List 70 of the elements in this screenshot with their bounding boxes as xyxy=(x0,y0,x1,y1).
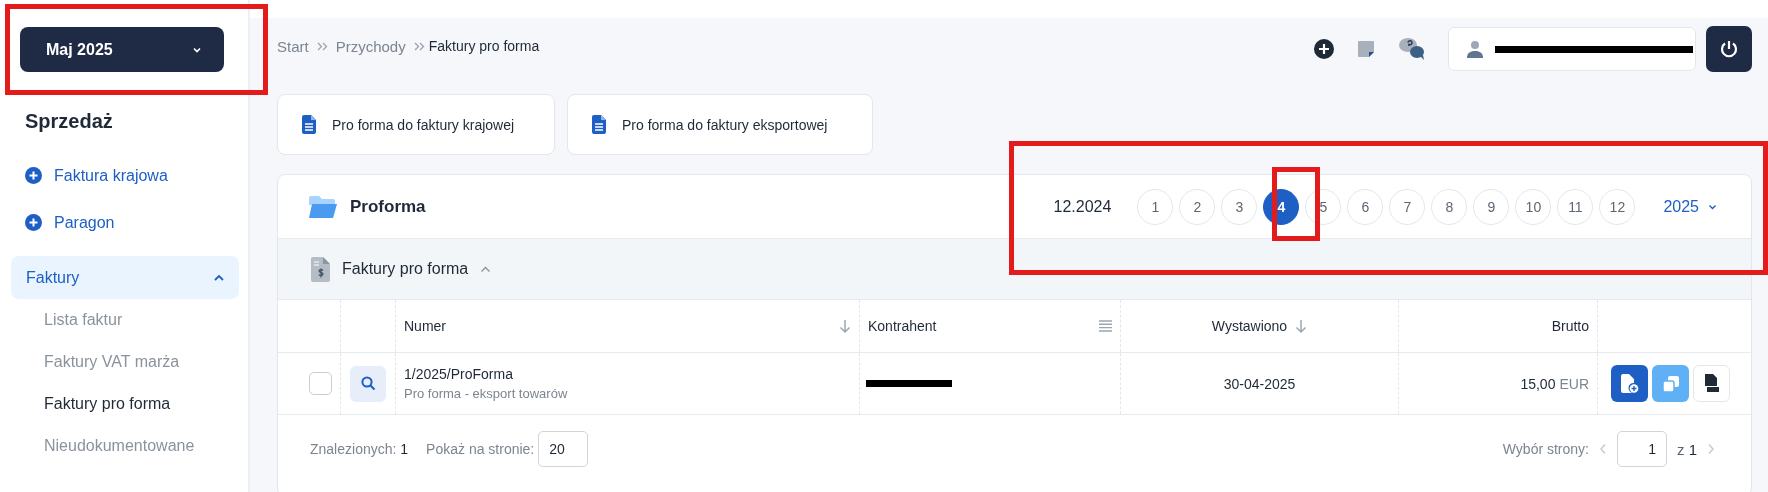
chevron-down-icon xyxy=(192,45,202,54)
chat-help-icon[interactable] xyxy=(1398,37,1426,61)
document-icon xyxy=(592,115,606,134)
plus-circle-icon[interactable] xyxy=(1314,39,1334,59)
sidebar-item[interactable]: Faktury VAT marża xyxy=(0,341,248,383)
folder-icon xyxy=(308,194,338,219)
currency: EUR xyxy=(1559,375,1589,392)
logout-button[interactable] xyxy=(1706,26,1752,72)
plus-circle-icon xyxy=(25,214,42,231)
pdf-file-icon xyxy=(1703,373,1720,394)
note-icon[interactable] xyxy=(1356,39,1376,59)
create-button[interactable]: Pro forma do faktury eksportowej xyxy=(567,94,873,155)
sidebar-link[interactable]: Paragon xyxy=(0,199,248,246)
new-document-button[interactable] xyxy=(1611,365,1648,402)
preview-button[interactable] xyxy=(350,365,386,402)
column-header[interactable]: Numer xyxy=(404,318,446,334)
double-chevron-icon xyxy=(316,41,328,51)
sidebar-link[interactable]: Faktura krajowa xyxy=(0,152,248,199)
month-button[interactable]: 2 xyxy=(1179,188,1216,225)
document-plus-icon xyxy=(1620,373,1639,394)
column-header[interactable]: Wystawiono xyxy=(1211,318,1288,334)
month-button[interactable]: 1 xyxy=(1137,188,1174,225)
column-header[interactable]: Brutto xyxy=(1551,318,1589,334)
field-label: Pokaż na stronie: xyxy=(426,441,535,457)
power-icon xyxy=(1719,39,1739,59)
user-menu[interactable] xyxy=(1448,27,1696,71)
month-button[interactable]: 10 xyxy=(1515,188,1552,225)
invoice-number: 1/2025/ProForma xyxy=(404,366,513,382)
search-icon xyxy=(360,376,376,391)
page-field[interactable]: 1 xyxy=(1617,431,1667,467)
month-button[interactable]: 9 xyxy=(1473,188,1510,225)
month-button[interactable]: 7 xyxy=(1389,188,1426,225)
invoice-description: Pro forma - eksport towarów xyxy=(404,386,568,401)
sidebar-item[interactable]: Faktury pro forma xyxy=(0,383,248,425)
section-title: Faktury pro forma xyxy=(342,260,469,278)
section-heading: Sprzedaż xyxy=(24,109,114,134)
invoice-dollar-icon xyxy=(311,256,330,282)
results-count: Znalezionych: 1 xyxy=(310,441,409,457)
card-title: Proforma xyxy=(350,196,426,217)
breadcrumb-link[interactable]: Start xyxy=(277,37,309,55)
month-button[interactable]: 3 xyxy=(1221,188,1258,225)
user-icon xyxy=(1467,40,1483,58)
chevron-down-icon xyxy=(1708,203,1717,210)
previous-period-link[interactable]: 12.2024 xyxy=(1053,197,1112,216)
row-checkbox[interactable] xyxy=(309,372,332,395)
sidebar-item[interactable]: Nieudokumentowane xyxy=(0,425,248,467)
create-button[interactable]: Pro forma do faktury krajowej xyxy=(277,94,555,155)
page-total: z 1 xyxy=(1677,440,1697,458)
field-label: Wybór strony: xyxy=(1502,441,1589,457)
double-chevron-icon xyxy=(413,41,425,51)
chevron-icon[interactable] xyxy=(480,265,492,273)
chevron-icon xyxy=(213,273,225,282)
amount: 15,00 xyxy=(1520,375,1556,392)
month-dropdown[interactable]: Maj 2025 xyxy=(20,27,224,72)
sidebar-group[interactable]: Faktury xyxy=(11,256,239,299)
plus-circle-icon xyxy=(25,167,42,184)
column-header[interactable]: Kontrahent xyxy=(868,318,937,334)
sidebar-item[interactable]: Lista faktur xyxy=(0,299,248,341)
per-page-field[interactable]: 20 xyxy=(538,431,589,467)
breadcrumb-link[interactable]: Przychody xyxy=(335,37,406,55)
month-button[interactable]: 12 xyxy=(1599,188,1636,225)
month-button[interactable]: 6 xyxy=(1347,188,1384,225)
document-icon xyxy=(302,115,316,134)
month-button[interactable]: 8 xyxy=(1431,188,1468,225)
breadcrumb-link[interactable]: Faktury pro forma xyxy=(428,38,540,54)
pdf-button[interactable] xyxy=(1693,365,1730,402)
table-cell: 30-04-2025 xyxy=(1223,375,1296,392)
year-dropdown[interactable]: 2025 xyxy=(1657,196,1723,217)
copy-icon xyxy=(1661,374,1680,393)
month-button[interactable]: 11 xyxy=(1557,188,1594,225)
